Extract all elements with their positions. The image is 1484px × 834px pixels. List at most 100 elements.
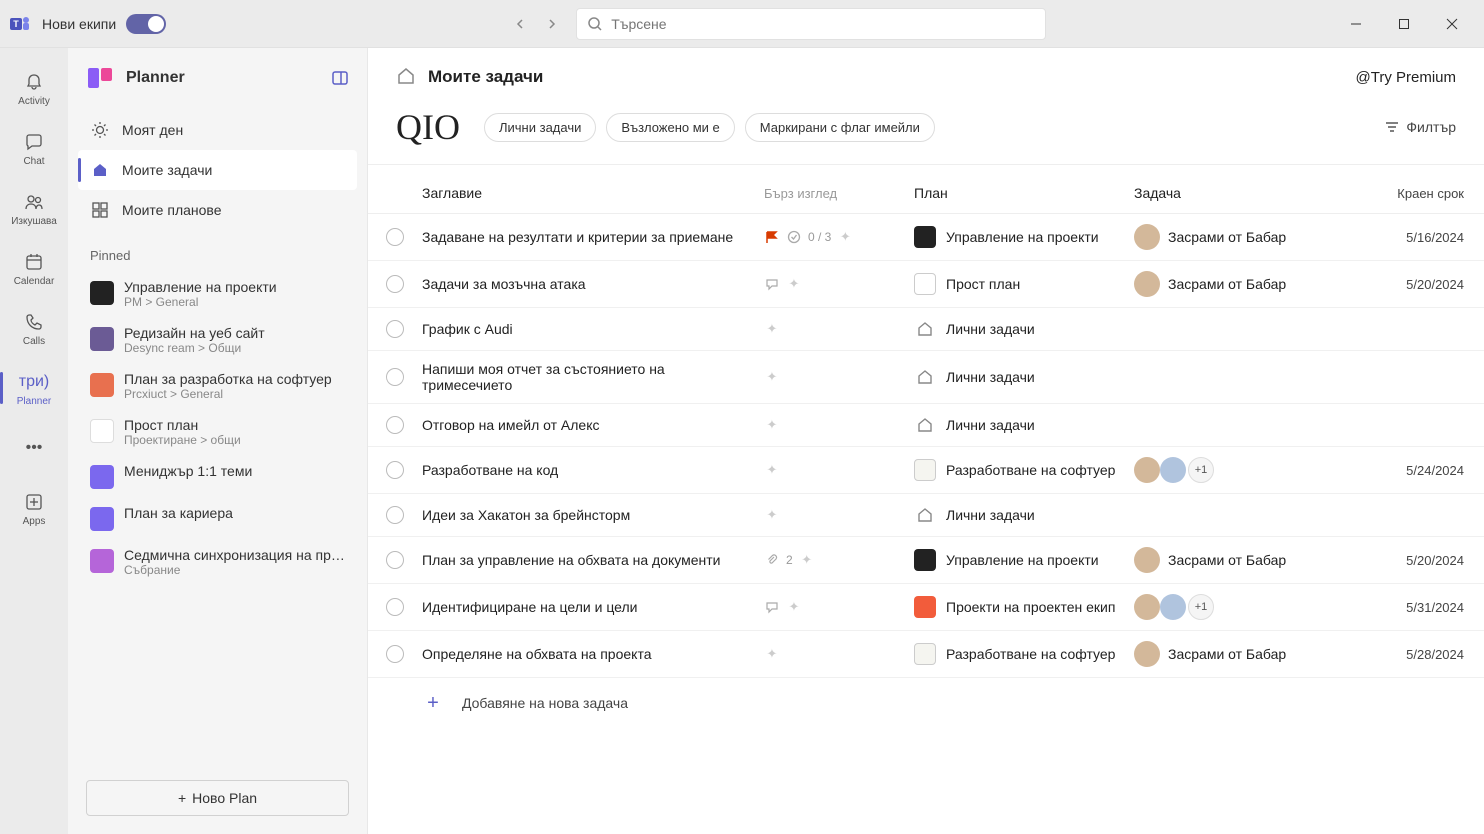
rail-more[interactable]: •••: [4, 420, 64, 476]
plan-cell[interactable]: Управление на проекти: [914, 226, 1134, 248]
plan-icon: [90, 373, 114, 397]
task-row[interactable]: Отговор на имейл от Алекс ✦ Лични задачи: [368, 404, 1484, 447]
sidebar: Planner Моят ден Моите задачи Моите план…: [68, 48, 368, 834]
minimize-button[interactable]: [1342, 10, 1370, 38]
col-due[interactable]: Краен срок: [1374, 186, 1484, 201]
plan-cell[interactable]: Проекти на проектен екип: [914, 596, 1134, 618]
assignee-name: Засрами от Бабар: [1168, 229, 1286, 245]
plan-name: Лични задачи: [946, 369, 1035, 385]
quick-cell: 0 / 3✦: [764, 229, 914, 245]
complete-checkbox[interactable]: [386, 506, 404, 524]
rail-teams[interactable]: Изкушава: [4, 180, 64, 236]
pinned-item[interactable]: Редизайн на уеб сайт Desync ream > Общи: [78, 317, 357, 363]
sparkle-icon: ✦: [764, 369, 780, 385]
plan-cell[interactable]: Управление на проекти: [914, 549, 1134, 571]
task-row[interactable]: Идентифициране на цели и цели ✦ Проекти …: [368, 584, 1484, 631]
pinned-item[interactable]: Управление на проекти PM > General: [78, 271, 357, 317]
search-icon: [587, 16, 603, 32]
pinned-item[interactable]: Прост план Проектиране > общи: [78, 409, 357, 455]
forward-button[interactable]: [538, 10, 566, 38]
task-row[interactable]: Задаване на резултати и критерии за прие…: [368, 214, 1484, 261]
complete-checkbox[interactable]: [386, 645, 404, 663]
sparkle-icon: ✦: [786, 276, 802, 292]
task-row[interactable]: Определяне на обхвата на проекта ✦ Разра…: [368, 631, 1484, 678]
plan-cell[interactable]: Разработване на софтуер: [914, 643, 1134, 665]
avatar: [1134, 457, 1160, 483]
rail-calendar[interactable]: Calendar: [4, 240, 64, 296]
task-row[interactable]: Разработване на код ✦ Разработване на со…: [368, 447, 1484, 494]
filter-button[interactable]: Филтър: [1384, 119, 1456, 135]
nav-my-tasks[interactable]: Моите задачи: [78, 150, 357, 190]
plan-cell[interactable]: Лични задачи: [914, 414, 1134, 436]
complete-checkbox[interactable]: [386, 275, 404, 293]
plan-name: Разработване на софтуер: [946, 462, 1115, 478]
col-title[interactable]: Заглавие: [422, 185, 764, 201]
task-row[interactable]: План за управление на обхвата на докумен…: [368, 537, 1484, 584]
assignee-cell[interactable]: Засрами от Бабар: [1134, 224, 1374, 250]
pill-personal[interactable]: Лични задачи: [484, 113, 596, 142]
complete-checkbox[interactable]: [386, 598, 404, 616]
complete-checkbox[interactable]: [386, 551, 404, 569]
rail-calls[interactable]: Calls: [4, 300, 64, 356]
main-header: Моите задачи @Try Premium: [368, 48, 1484, 100]
filter-label: Филтър: [1406, 119, 1456, 135]
pinned-list: Управление на проекти PM > General Редиз…: [68, 271, 367, 585]
tabs-row: QIO Лични задачи Възложено ми е Маркиран…: [368, 100, 1484, 165]
plan-cell[interactable]: Лични задачи: [914, 366, 1134, 388]
new-plan-label: Ново Plan: [192, 790, 257, 806]
pinned-item[interactable]: План за кариера: [78, 497, 357, 539]
search-input[interactable]: [611, 16, 1035, 32]
expand-icon[interactable]: [331, 69, 349, 87]
rail-activity[interactable]: Activity: [4, 60, 64, 116]
plan-cell[interactable]: Разработване на софтуер: [914, 459, 1134, 481]
assignee-cell[interactable]: Засрами от Бабар: [1134, 641, 1374, 667]
searchbox[interactable]: [576, 8, 1046, 40]
plan-cell[interactable]: Прост план: [914, 273, 1134, 295]
back-button[interactable]: [506, 10, 534, 38]
plan-name: Разработване на софтуер: [946, 646, 1115, 662]
sparkle-icon: ✦: [764, 646, 780, 662]
rail-apps[interactable]: Apps: [4, 480, 64, 536]
complete-checkbox[interactable]: [386, 320, 404, 338]
assignee-cell[interactable]: Засрами от Бабар: [1134, 271, 1374, 297]
rail-planner[interactable]: три) Planner: [4, 360, 64, 416]
pinned-item[interactable]: Мениджър 1:1 теми: [78, 455, 357, 497]
home-icon: [90, 160, 110, 180]
rail-chat[interactable]: Chat: [4, 120, 64, 176]
complete-checkbox[interactable]: [386, 228, 404, 246]
col-assign[interactable]: Задача: [1134, 185, 1374, 201]
maximize-button[interactable]: [1390, 10, 1418, 38]
plan-name: Прост план: [946, 276, 1020, 292]
due-cell: 5/24/2024: [1374, 463, 1484, 478]
nav-my-day[interactable]: Моят ден: [78, 110, 357, 150]
premium-link[interactable]: @Try Premium: [1355, 69, 1456, 86]
task-row[interactable]: График с Audi ✦ Лични задачи: [368, 308, 1484, 351]
plan-name: Управление на проекти: [946, 229, 1099, 245]
comment-icon: [764, 599, 780, 615]
col-quick[interactable]: Бърз изглед: [764, 186, 914, 201]
pinned-item[interactable]: Седмична синхронизация на проект Събрани…: [78, 539, 357, 585]
nav-my-plans[interactable]: Моите планове: [78, 190, 357, 230]
assignee-cell[interactable]: +1: [1134, 594, 1374, 620]
new-plan-button[interactable]: + Ново Plan: [86, 780, 349, 816]
new-teams-toggle[interactable]: [126, 14, 166, 34]
complete-checkbox[interactable]: [386, 416, 404, 434]
pill-assigned[interactable]: Възложено ми е: [606, 113, 734, 142]
assignee-cell[interactable]: +1: [1134, 457, 1374, 483]
plan-name: Лични задачи: [946, 321, 1035, 337]
plan-cell[interactable]: Лични задачи: [914, 318, 1134, 340]
col-plan[interactable]: План: [914, 185, 1134, 201]
page-title: Моите задачи: [428, 67, 1345, 87]
assignee-cell[interactable]: Засрами от Бабар: [1134, 547, 1374, 573]
complete-checkbox[interactable]: [386, 461, 404, 479]
plan-cell[interactable]: Лични задачи: [914, 504, 1134, 526]
plan-icon: [90, 507, 114, 531]
pill-flagged[interactable]: Маркирани с флаг имейли: [745, 113, 935, 142]
complete-checkbox[interactable]: [386, 368, 404, 386]
add-task-row[interactable]: + Добавяне на нова задача: [368, 678, 1484, 728]
close-button[interactable]: [1438, 10, 1466, 38]
task-row[interactable]: Задачи за мозъчна атака ✦ Прост план Зас…: [368, 261, 1484, 308]
task-row[interactable]: Напиши моя отчет за състоянието на триме…: [368, 351, 1484, 404]
pinned-item[interactable]: План за разработка на софтуер Prcxiuct >…: [78, 363, 357, 409]
task-row[interactable]: Идеи за Хакатон за брейнсторм ✦ Лични за…: [368, 494, 1484, 537]
